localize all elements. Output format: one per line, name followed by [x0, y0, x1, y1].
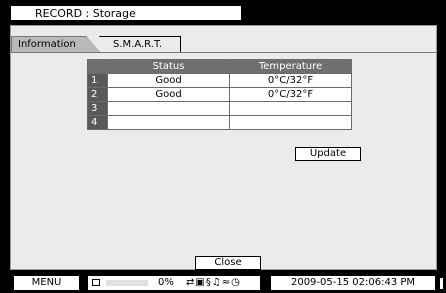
- column-header-temperature: Temperature: [229, 59, 352, 74]
- window-title: RECORD : Storage: [35, 7, 136, 20]
- status-icons: ⇄▣§♫≈◷: [186, 277, 241, 288]
- hdd-icon: [92, 279, 100, 286]
- storage-panel: Information S.M.A.R.T. Status Temperatur…: [10, 25, 437, 270]
- status-cell: [107, 115, 230, 130]
- scroll-indicator: [440, 278, 443, 289]
- smart-table: Status Temperature 1 Good 0°C/32°F 2 Goo…: [87, 59, 352, 130]
- row-index: 3: [87, 101, 108, 116]
- close-button[interactable]: Close: [195, 256, 261, 270]
- status-cell: Good: [107, 73, 230, 88]
- tab-smart[interactable]: S.M.A.R.T.: [99, 36, 181, 53]
- status-cell: Good: [107, 87, 230, 102]
- hdd-progress-bar: [106, 280, 148, 286]
- status-cell: [107, 101, 230, 116]
- table-row: 3: [87, 101, 352, 116]
- table-row: 2 Good 0°C/32°F: [87, 87, 352, 102]
- table-header-row: Status Temperature: [87, 59, 352, 74]
- window-title-box: RECORD : Storage: [10, 5, 242, 21]
- row-index: 2: [87, 87, 108, 102]
- table-row: 4: [87, 115, 352, 130]
- update-button[interactable]: Update: [295, 147, 361, 161]
- tab-information[interactable]: Information: [11, 36, 101, 53]
- row-index: 4: [87, 115, 108, 130]
- table-row: 1 Good 0°C/32°F: [87, 73, 352, 88]
- temperature-cell: [229, 101, 352, 116]
- temperature-cell: 0°C/32°F: [229, 73, 352, 88]
- status-bar: MENU 0% ⇄▣§♫≈◷ 2009-05-15 02:06:43 PM: [0, 274, 446, 293]
- table-corner: [87, 59, 108, 74]
- row-index: 1: [87, 73, 108, 88]
- hdd-usage-percent: 0%: [158, 277, 174, 288]
- tab-divider: [11, 52, 436, 53]
- menu-button[interactable]: MENU: [13, 275, 80, 291]
- hdd-usage: 0% ⇄▣§♫≈◷: [87, 275, 261, 291]
- datetime-display: 2009-05-15 02:06:43 PM: [270, 275, 436, 291]
- temperature-cell: 0°C/32°F: [229, 87, 352, 102]
- column-header-status: Status: [107, 59, 230, 74]
- temperature-cell: [229, 115, 352, 130]
- title-bar: RECORD : Storage: [0, 0, 446, 24]
